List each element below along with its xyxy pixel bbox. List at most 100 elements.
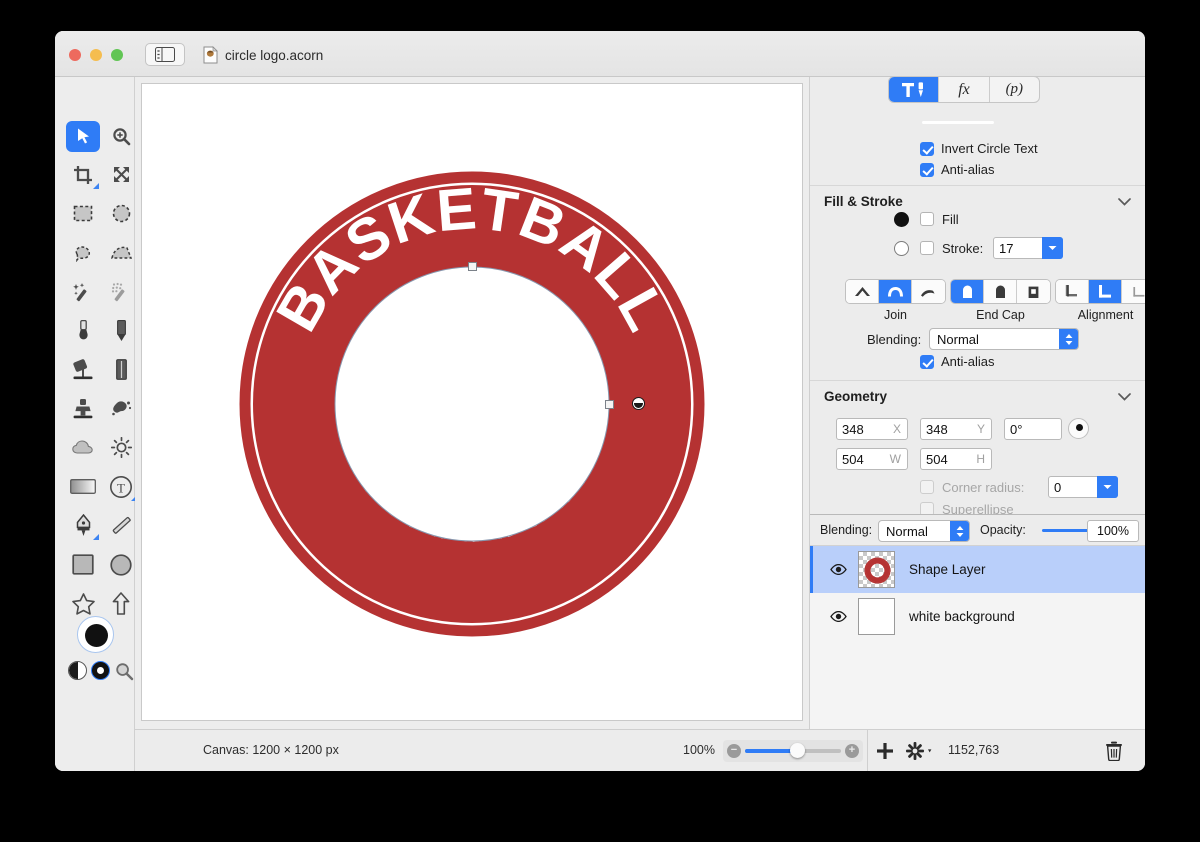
- blur-tool[interactable]: [66, 432, 100, 463]
- magnifier-icon[interactable]: [115, 662, 134, 681]
- rotate-knob[interactable]: [632, 397, 645, 410]
- corner-radius-checkbox[interactable]: [920, 480, 934, 494]
- geometry-height-value: 504: [926, 452, 948, 467]
- top-center-handle[interactable]: [468, 262, 477, 271]
- chevron-down-icon[interactable]: [1118, 393, 1131, 401]
- magic-wand-tool[interactable]: [66, 276, 100, 307]
- geometry-height-field[interactable]: 504 H: [920, 448, 992, 470]
- alignment-inside-option[interactable]: [1056, 280, 1089, 303]
- add-layer-button[interactable]: [875, 741, 895, 761]
- geometry-x-field[interactable]: 348 X: [836, 418, 908, 440]
- text-anti-alias-row[interactable]: Anti-alias: [920, 162, 994, 177]
- zoom-slider-control[interactable]: − +: [723, 740, 863, 762]
- fill-checkbox[interactable]: [920, 212, 934, 226]
- join-segmented-control[interactable]: [845, 279, 946, 304]
- superellipse-checkbox[interactable]: [920, 502, 934, 514]
- ring-swatch-icon[interactable]: [91, 661, 110, 680]
- endcap-butt-option[interactable]: [984, 280, 1017, 303]
- layer-actions-button[interactable]: [905, 741, 935, 761]
- zoom-tool[interactable]: [104, 121, 138, 152]
- geometry-y-field[interactable]: 348 Y: [920, 418, 992, 440]
- tab-tools[interactable]: [889, 77, 939, 102]
- tab-presets[interactable]: (p): [990, 77, 1039, 102]
- text-anti-alias-checkbox[interactable]: [920, 163, 934, 177]
- half-moon-swatch-icon[interactable]: [68, 661, 87, 680]
- gradient-tool[interactable]: [66, 471, 100, 502]
- document-title-group[interactable]: circle logo.acorn: [203, 45, 323, 65]
- polygon-select-tool[interactable]: [104, 237, 138, 268]
- endcap-square-option[interactable]: [1017, 280, 1050, 303]
- clone-stamp-tool[interactable]: [66, 393, 100, 424]
- magnifier-plus-icon: [112, 127, 131, 146]
- alignment-segmented-control[interactable]: [1055, 279, 1145, 304]
- invert-circle-text-checkbox[interactable]: [920, 142, 934, 156]
- artboard[interactable]: BASKETBALL TOURNAMENT: [142, 84, 802, 720]
- invert-circle-text-row[interactable]: Invert Circle Text: [920, 141, 1038, 156]
- geometry-x-value: 348: [842, 422, 864, 437]
- minimize-button[interactable]: [90, 49, 102, 61]
- butt-cap-icon: [993, 284, 1008, 299]
- align-outside-icon: [1131, 284, 1146, 299]
- endcap-round-option[interactable]: [951, 280, 984, 303]
- layer-row-shape-layer[interactable]: Shape Layer: [810, 546, 1145, 593]
- alignment-outside-option[interactable]: [1122, 280, 1145, 303]
- tab-presets-label: (p): [1006, 81, 1024, 98]
- brush-tool[interactable]: [66, 315, 100, 346]
- smudge-tool[interactable]: [104, 393, 138, 424]
- join-miter-option[interactable]: [846, 280, 879, 303]
- miter-join-icon: [854, 286, 871, 297]
- pencil-tool[interactable]: [104, 315, 138, 346]
- corner-radius-dropdown[interactable]: [1097, 476, 1118, 498]
- zoom-slider-knob[interactable]: [790, 743, 805, 758]
- rectangle-tool[interactable]: [66, 549, 100, 580]
- layer-opacity-field[interactable]: 100%: [1087, 520, 1139, 542]
- sidebar-toggle-button[interactable]: [145, 43, 185, 66]
- stroke-anti-alias-row[interactable]: Anti-alias: [920, 354, 994, 369]
- fill-stroke-section-header[interactable]: Fill & Stroke: [810, 185, 1145, 219]
- zoom-out-icon[interactable]: −: [727, 744, 741, 758]
- delete-layer-button[interactable]: [1105, 741, 1123, 761]
- layer-blending-popup[interactable]: Normal: [878, 520, 970, 542]
- arrow-tool[interactable]: [104, 588, 138, 619]
- transform-tool[interactable]: [104, 159, 138, 190]
- right-center-handle[interactable]: [605, 400, 614, 409]
- eye-icon[interactable]: [830, 564, 847, 575]
- chevron-down-icon[interactable]: [1118, 198, 1131, 206]
- join-bevel-option[interactable]: [912, 280, 945, 303]
- zoom-in-icon[interactable]: +: [845, 744, 859, 758]
- stroke-checkbox[interactable]: [920, 241, 934, 255]
- close-button[interactable]: [69, 49, 81, 61]
- endcap-segmented-control[interactable]: [950, 279, 1051, 304]
- lasso-tool[interactable]: [66, 237, 100, 268]
- star-tool[interactable]: [66, 588, 100, 619]
- join-round-option[interactable]: [879, 280, 912, 303]
- geometry-section-header[interactable]: Geometry: [810, 380, 1145, 414]
- bezier-pen-tool[interactable]: [66, 510, 100, 541]
- geometry-width-field[interactable]: 504 W: [836, 448, 908, 470]
- dodge-tool[interactable]: [104, 432, 138, 463]
- rotation-dial[interactable]: [1068, 418, 1089, 439]
- rect-select-tool[interactable]: [66, 198, 100, 229]
- canvas-viewport[interactable]: BASKETBALL TOURNAMENT: [141, 83, 803, 721]
- layer-row-white-background[interactable]: white background: [810, 593, 1145, 640]
- paint-bucket-tool[interactable]: [66, 354, 100, 385]
- tab-effects[interactable]: fx: [939, 77, 989, 102]
- stroke-blending-popup[interactable]: Normal: [929, 328, 1079, 350]
- foreground-color-swatch[interactable]: [77, 616, 114, 653]
- text-tool[interactable]: T: [104, 471, 138, 502]
- line-tool[interactable]: [104, 510, 138, 541]
- fill-color-swatch[interactable]: [894, 212, 909, 227]
- alignment-center-option[interactable]: [1089, 280, 1122, 303]
- geometry-rotation-field[interactable]: 0°: [1004, 418, 1062, 440]
- stroke-width-dropdown[interactable]: [1042, 237, 1063, 259]
- eraser-tool[interactable]: [104, 354, 138, 385]
- eye-icon[interactable]: [830, 611, 847, 622]
- stroke-anti-alias-checkbox[interactable]: [920, 355, 934, 369]
- crop-tool[interactable]: [66, 159, 100, 190]
- instant-alpha-tool[interactable]: [104, 276, 138, 307]
- move-tool[interactable]: [66, 121, 100, 152]
- maximize-button[interactable]: [111, 49, 123, 61]
- ellipse-tool[interactable]: [104, 549, 138, 580]
- stroke-color-swatch[interactable]: [894, 241, 909, 256]
- ellipse-select-tool[interactable]: [104, 198, 138, 229]
